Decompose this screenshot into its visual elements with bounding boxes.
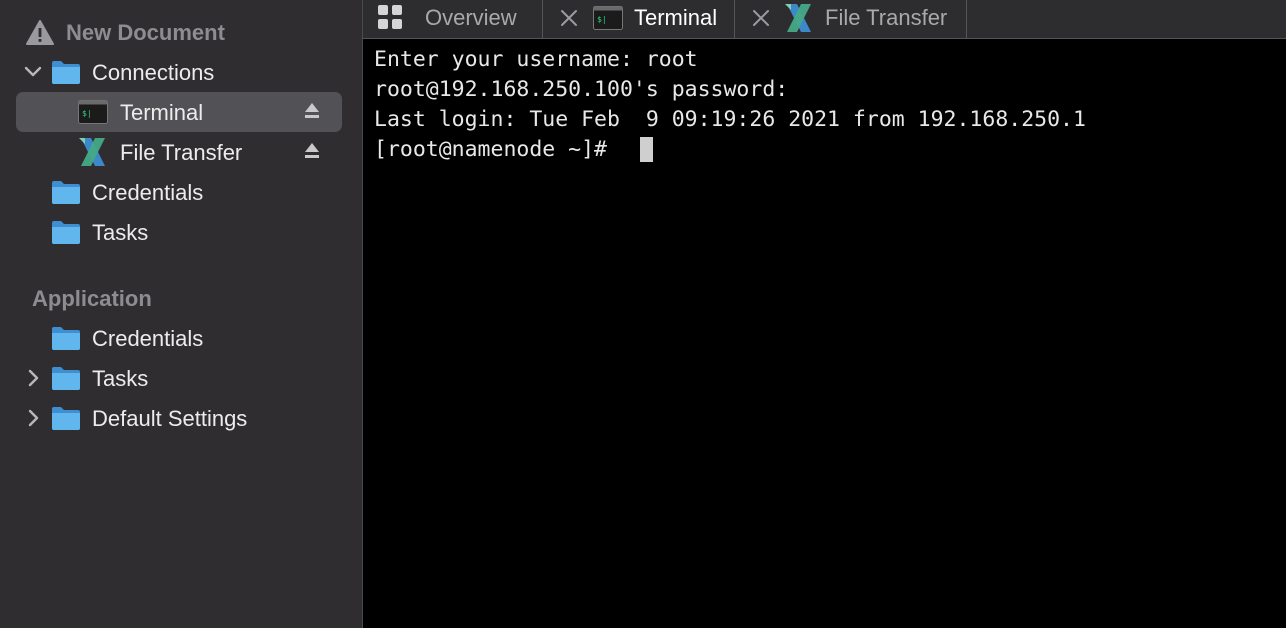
sidebar-item-terminal[interactable]: $| Terminal (0, 92, 362, 132)
folder-icon (52, 181, 80, 204)
sidebar-item-tasks[interactable]: Tasks (0, 212, 362, 252)
document-title: New Document (66, 20, 225, 45)
warning-icon (26, 20, 54, 45)
sidebar-item-label: Terminal (120, 100, 204, 125)
file-transfer-icon (785, 4, 811, 32)
sidebar-item-connections[interactable]: Connections (0, 52, 362, 92)
chevron-right-icon[interactable] (24, 369, 42, 387)
tab-label: File Transfer (825, 5, 948, 30)
sidebar-item-label: Credentials (92, 180, 204, 205)
eject-icon[interactable] (304, 102, 320, 120)
terminal-line: Enter your username: root (374, 47, 698, 72)
tab-file-transfer[interactable]: File Transfer (735, 0, 967, 38)
sidebar-item-credentials[interactable]: Credentials (0, 172, 362, 212)
folder-icon (52, 61, 80, 84)
sidebar-item-label: Connections (92, 60, 215, 85)
sidebar-item-app-credentials[interactable]: Credentials (0, 318, 362, 358)
terminal-icon: $| (78, 100, 108, 124)
sidebar-item-file-transfer[interactable]: File Transfer (0, 132, 362, 172)
section-header-application: Application (0, 278, 362, 318)
folder-icon (52, 407, 80, 430)
eject-icon[interactable] (304, 142, 320, 160)
svg-text:$|: $| (82, 109, 92, 118)
svg-text:$|: $| (597, 15, 607, 24)
sidebar-item-label: Default Settings (92, 406, 248, 431)
folder-icon (52, 327, 80, 350)
close-icon[interactable] (559, 8, 579, 28)
section-header-label: Application (32, 286, 152, 311)
chevron-down-icon[interactable] (24, 63, 42, 81)
grid-icon (378, 5, 402, 29)
document-header[interactable]: New Document (0, 12, 362, 52)
terminal-line: Last login: Tue Feb 9 09:19:26 2021 from… (374, 107, 1086, 132)
folder-icon (52, 221, 80, 244)
terminal-line: root@192.168.250.100's password: (374, 77, 789, 102)
terminal-output[interactable]: Enter your username: root root@192.168.2… (363, 39, 1286, 628)
tab-label: Terminal (634, 5, 718, 30)
chevron-right-icon[interactable] (24, 409, 42, 427)
sidebar-item-app-tasks[interactable]: Tasks (0, 358, 362, 398)
terminal-cursor (640, 137, 653, 162)
tab-overview[interactable]: Overview (363, 0, 543, 38)
close-icon[interactable] (751, 8, 771, 28)
sidebar-item-label: Credentials (92, 326, 204, 351)
tab-terminal[interactable]: $| Terminal (543, 0, 735, 38)
tab-bar: Overview $| Terminal File Transfer (363, 0, 1286, 39)
terminal-icon: $| (593, 6, 623, 30)
tab-label: Overview (425, 5, 517, 30)
sidebar-item-label: Tasks (92, 220, 149, 245)
sidebar-item-label: Tasks (92, 366, 149, 391)
folder-icon (52, 367, 80, 390)
file-transfer-icon (79, 138, 105, 166)
sidebar: New Document Connections $| Terminal Fil… (0, 0, 363, 628)
sidebar-item-label: File Transfer (120, 140, 243, 165)
sidebar-item-default-settings[interactable]: Default Settings (0, 398, 362, 438)
terminal-prompt: [root@namenode ~]# (374, 137, 620, 162)
